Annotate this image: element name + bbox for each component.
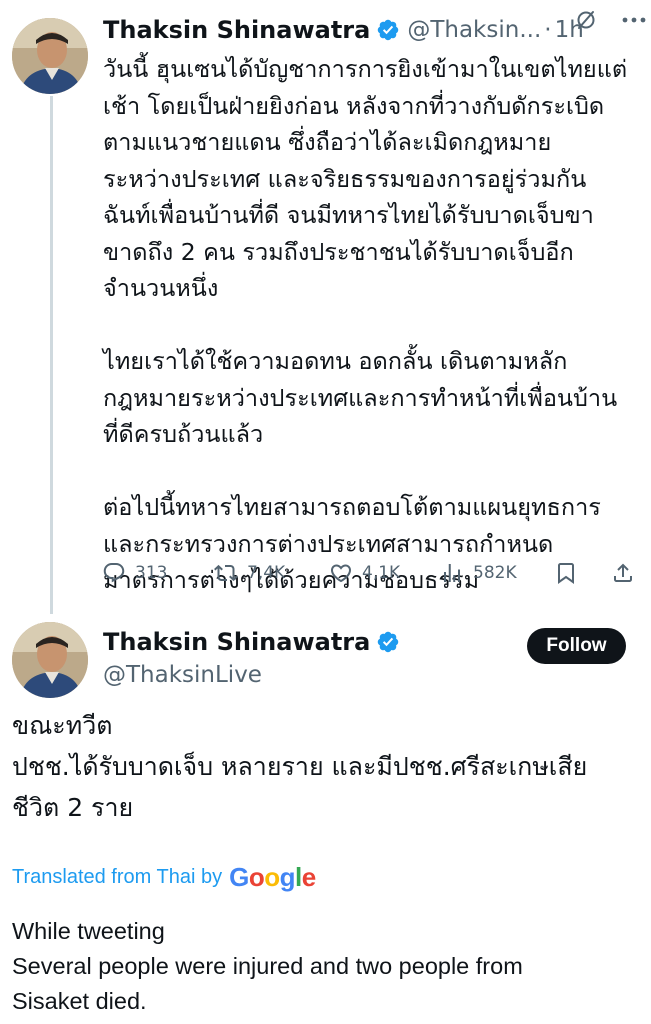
bookmark-button[interactable] xyxy=(554,556,578,590)
post-line: ชีวิต 2 ราย xyxy=(12,793,134,822)
author-handle[interactable]: @Thaksin... xyxy=(407,17,541,43)
avatar[interactable] xyxy=(12,18,88,94)
share-button[interactable] xyxy=(611,556,635,590)
translation-line: Several people were injured and two peop… xyxy=(12,953,523,979)
more-options-icon[interactable] xyxy=(621,12,647,28)
post-header: Thaksin Shinawatra @Thaksin... · 1h xyxy=(103,10,643,50)
verified-badge-icon xyxy=(376,18,400,42)
grok-icon[interactable] xyxy=(575,9,597,31)
post-actions-bar: 313 7,4K 4,1K 582K xyxy=(102,556,642,590)
reply-button[interactable]: 313 xyxy=(102,556,167,590)
post-body: ขณะทวีต ปชช.ได้รับบาดเจ็บ หลายราย และมีป… xyxy=(12,705,642,828)
repost-icon xyxy=(214,564,238,582)
author-handle[interactable]: @ThaksinLive xyxy=(103,662,262,688)
translated-label: Translated from Thai by xyxy=(12,866,223,888)
like-icon xyxy=(330,564,352,583)
post-paragraph: ไทยเราได้ใช้ความอดทน อดกลั้น เดินตามหลัก… xyxy=(103,347,618,448)
avatar-photo xyxy=(12,18,88,94)
translation-text: While tweeting Several people were injur… xyxy=(12,914,642,1019)
avatar-photo xyxy=(12,622,88,698)
bookmark-icon xyxy=(558,563,574,584)
views-count: 582K xyxy=(473,563,517,583)
follow-button[interactable]: Follow xyxy=(527,628,626,664)
repost-count: 7,4K xyxy=(247,563,286,583)
post-author-row: Thaksin Shinawatra xyxy=(103,628,400,656)
thread-connector-line xyxy=(50,96,53,614)
avatar[interactable] xyxy=(12,622,88,698)
like-count: 4,1K xyxy=(362,563,401,583)
repost-button[interactable]: 7,4K xyxy=(214,556,285,590)
views-icon xyxy=(444,564,460,582)
author-name[interactable]: Thaksin Shinawatra xyxy=(103,16,370,44)
post-paragraph: วันนี้ ฮุนเซนได้บัญชาการการยิงเข้ามาในเข… xyxy=(103,55,628,302)
translation-line: Sisaket died. xyxy=(12,988,147,1014)
separator-dot: · xyxy=(544,17,552,43)
share-icon xyxy=(614,563,632,582)
post-body: วันนี้ ฮุนเซนได้บัญชาการการยิงเข้ามาในเข… xyxy=(103,51,643,599)
like-button[interactable]: 4,1K xyxy=(329,556,400,590)
translation-line: While tweeting xyxy=(12,918,165,944)
author-name[interactable]: Thaksin Shinawatra xyxy=(103,628,370,656)
verified-badge-icon xyxy=(376,630,400,654)
translated-from-link[interactable]: Translated from Thai by Google xyxy=(12,862,316,893)
google-logo: Google xyxy=(229,862,316,892)
reply-icon xyxy=(103,563,125,583)
views-button[interactable]: 582K xyxy=(440,556,517,590)
post-line: ปชช.ได้รับบาดเจ็บ หลายราย และมีปชช.ศรีสะ… xyxy=(12,752,588,781)
reply-count: 313 xyxy=(135,563,168,583)
post-line: ขณะทวีต xyxy=(12,711,113,740)
